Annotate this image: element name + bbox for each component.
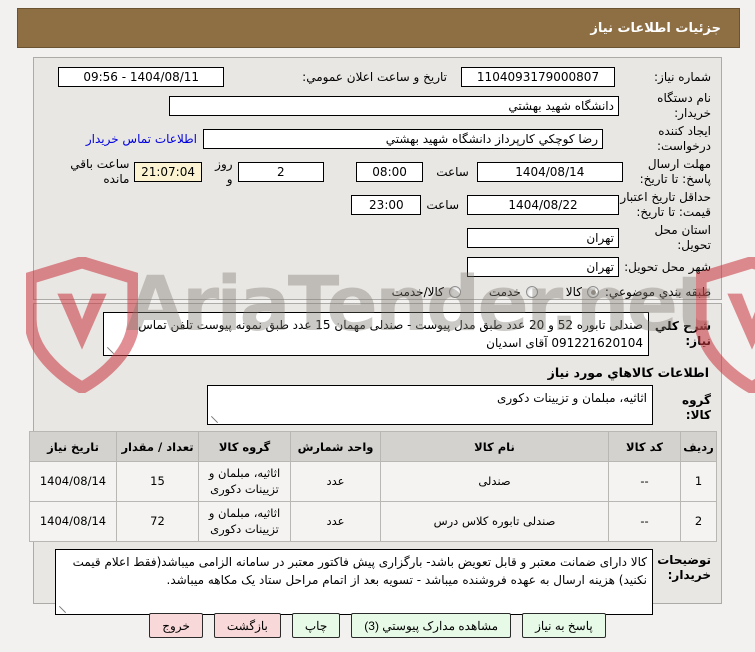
table-cell: عدد — [290, 460, 381, 503]
goods-group-label: گروه کالا: — [682, 393, 711, 422]
need-info-panel: شماره نياز: 1104093179000807 تاريخ و ساع… — [33, 57, 722, 324]
goods-table: رديف كد كالا نام كالا واحد شمارش گروه كا… — [29, 431, 717, 543]
buyer-contact-link[interactable]: اطلاعات تماس خريدار — [86, 132, 197, 146]
countdown-timer: 21:07:04 — [134, 162, 202, 182]
goods-info-panel: شرح كلي نياز: صندلی تابوره 52 و 20 عدد ط… — [29, 303, 722, 616]
table-cell: -- — [608, 460, 681, 503]
page-title-bar: جزئيات اطلاعات نياز — [17, 8, 740, 48]
need-number-field[interactable]: 1104093179000807 — [461, 67, 615, 87]
row-need-number: شماره نياز: 1104093179000807 تاريخ و ساع… — [44, 66, 711, 88]
row-province: استان محل تحويل: تهران — [44, 223, 711, 253]
goods-section-title: اطلاعات كالاهاي مورد نياز — [547, 365, 709, 380]
buyer-org-field[interactable]: دانشگاه شهيد بهشتي — [169, 96, 619, 116]
buyer-org-label: نام دستگاه خريدار: — [657, 91, 711, 120]
days-remaining-label: روز و — [215, 157, 233, 186]
goods-table-header-row: رديف كد كالا نام كالا واحد شمارش گروه كا… — [29, 431, 717, 462]
back-button[interactable]: بازگشت — [213, 613, 281, 638]
request-creator-label: ايجاد كننده درخواست: — [657, 124, 711, 153]
table-header-cell: واحد شمارش — [290, 431, 381, 462]
classification-label: طبقه بندي موضوعي: — [604, 284, 711, 299]
price-validity-hour-field[interactable]: 23:00 — [351, 195, 422, 215]
table-cell: 15 — [116, 460, 199, 503]
price-validity-label: حداقل تاريخ اعتبار قيمت: تا تاريخ: — [620, 190, 711, 219]
row-request-creator: ايجاد كننده درخواست: رضا كوچكي كارپرداز … — [44, 124, 711, 154]
city-field[interactable]: تهران — [467, 257, 619, 277]
classification-goods-service-radio[interactable] — [448, 286, 461, 298]
table-cell: 2 — [680, 501, 717, 543]
goods-group-field[interactable]: اثاثیه، مبلمان و تزیینات دکوری — [207, 385, 653, 425]
province-label: استان محل تحويل: — [654, 223, 711, 252]
row-city: شهر محل تحويل: تهران — [44, 256, 711, 278]
page-title: جزئيات اطلاعات نياز — [590, 20, 721, 36]
table-cell: 1 — [680, 460, 717, 503]
reply-deadline-date-field[interactable]: 1404/08/14 — [476, 162, 623, 182]
table-header-cell: گروه كالا — [198, 431, 291, 462]
classification-service-option: خدمت — [488, 285, 521, 299]
row-buyer-org: نام دستگاه خريدار: دانشگاه شهيد بهشتي — [44, 91, 711, 121]
table-header-cell: رديف — [680, 431, 717, 462]
table-cell: اثاثیه، مبلمان و تزیینات دکوری — [198, 460, 291, 503]
table-header-cell: نام كالا — [380, 431, 609, 462]
print-button[interactable]: چاپ — [291, 613, 341, 638]
city-label: شهر محل تحويل: — [624, 259, 711, 274]
buyer-notes-label: توضيحات خريدار: — [657, 553, 711, 583]
table-row: 1 -- صندلی عدد اثاثیه، مبلمان و تزیینات … — [29, 460, 717, 503]
reply-deadline-label: مهلت ارسال پاسخ: تا تاريخ: — [639, 157, 711, 186]
table-header-cell: تعداد / مقدار — [116, 431, 199, 462]
row-need-description: شرح كلي نياز: صندلی تابوره 52 و 20 عدد ط… — [44, 312, 711, 356]
announce-datetime-field[interactable]: 1404/08/11 - 09:56 — [58, 67, 225, 87]
buyer-notes-textarea[interactable]: کالا دارای ضمانت معتبر و قابل تعویض باشد… — [55, 549, 653, 616]
classification-service-radio[interactable] — [525, 286, 538, 298]
table-cell: -- — [608, 501, 681, 543]
table-cell: اثاثیه، مبلمان و تزیینات دکوری — [198, 501, 291, 543]
table-header-cell: كد كالا — [608, 431, 681, 462]
reply-deadline-hour-label: ساعت — [436, 164, 469, 179]
table-row: 2 -- صندلی تابوره کلاس درس عدد اثاثیه، م… — [29, 501, 717, 543]
table-cell: 72 — [116, 501, 199, 543]
table-cell: عدد — [290, 501, 381, 543]
table-cell: 1404/08/14 — [29, 460, 117, 503]
table-cell: 1404/08/14 — [29, 501, 117, 543]
province-field[interactable]: تهران — [467, 228, 619, 248]
need-description-textarea[interactable]: صندلی تابوره 52 و 20 عدد طبق مدل پیوست -… — [103, 312, 649, 356]
classification-goods-radio[interactable] — [587, 286, 599, 298]
action-buttons-bar: پاسخ به نياز مشاهده مدارک پيوستي (3) چاپ… — [0, 613, 755, 638]
row-reply-deadline: مهلت ارسال پاسخ: تا تاريخ: 1404/08/14 سا… — [44, 157, 711, 187]
classification-goods-service-option: كالا/خدمت — [391, 285, 444, 299]
hours-remaining-label: ساعت باقي مانده — [70, 157, 130, 186]
need-number-label: شماره نياز: — [654, 69, 711, 84]
row-buyer-notes: توضيحات خريدار: کالا دارای ضمانت معتبر و… — [44, 549, 711, 616]
table-header-cell: تاريخ نياز — [29, 431, 117, 462]
price-validity-date-field[interactable]: 1404/08/22 — [467, 195, 619, 215]
days-remaining-field[interactable]: 2 — [237, 162, 324, 182]
classification-goods-option: كالا — [565, 285, 582, 299]
need-description-label: شرح كلي نياز: — [654, 319, 711, 348]
need-details-page: { "header": { "title": "جزئيات اطلاعات ن… — [0, 0, 755, 652]
row-goods-group: گروه کالا: اثاثیه، مبلمان و تزیینات دکور… — [44, 385, 711, 425]
row-classification: طبقه بندي موضوعي: كالا خدمت كالا/خدمت — [44, 281, 711, 303]
request-creator-field[interactable]: رضا كوچكي كارپرداز دانشگاه شهيد بهشتي — [203, 129, 603, 149]
view-attachments-button[interactable]: مشاهده مدارک پيوستي (3) — [351, 613, 512, 638]
row-price-validity: حداقل تاريخ اعتبار قيمت: تا تاريخ: 1404/… — [44, 190, 711, 220]
price-validity-hour-label: ساعت — [426, 197, 459, 212]
table-cell: صندلی تابوره کلاس درس — [380, 501, 609, 543]
reply-deadline-hour-field[interactable]: 08:00 — [355, 162, 424, 182]
exit-button[interactable]: خروج — [149, 613, 203, 638]
respond-to-need-button[interactable]: پاسخ به نياز — [522, 613, 606, 638]
table-cell: صندلی — [380, 460, 609, 503]
announce-datetime-label: تاريخ و ساعت اعلان عمومي: — [302, 69, 447, 84]
